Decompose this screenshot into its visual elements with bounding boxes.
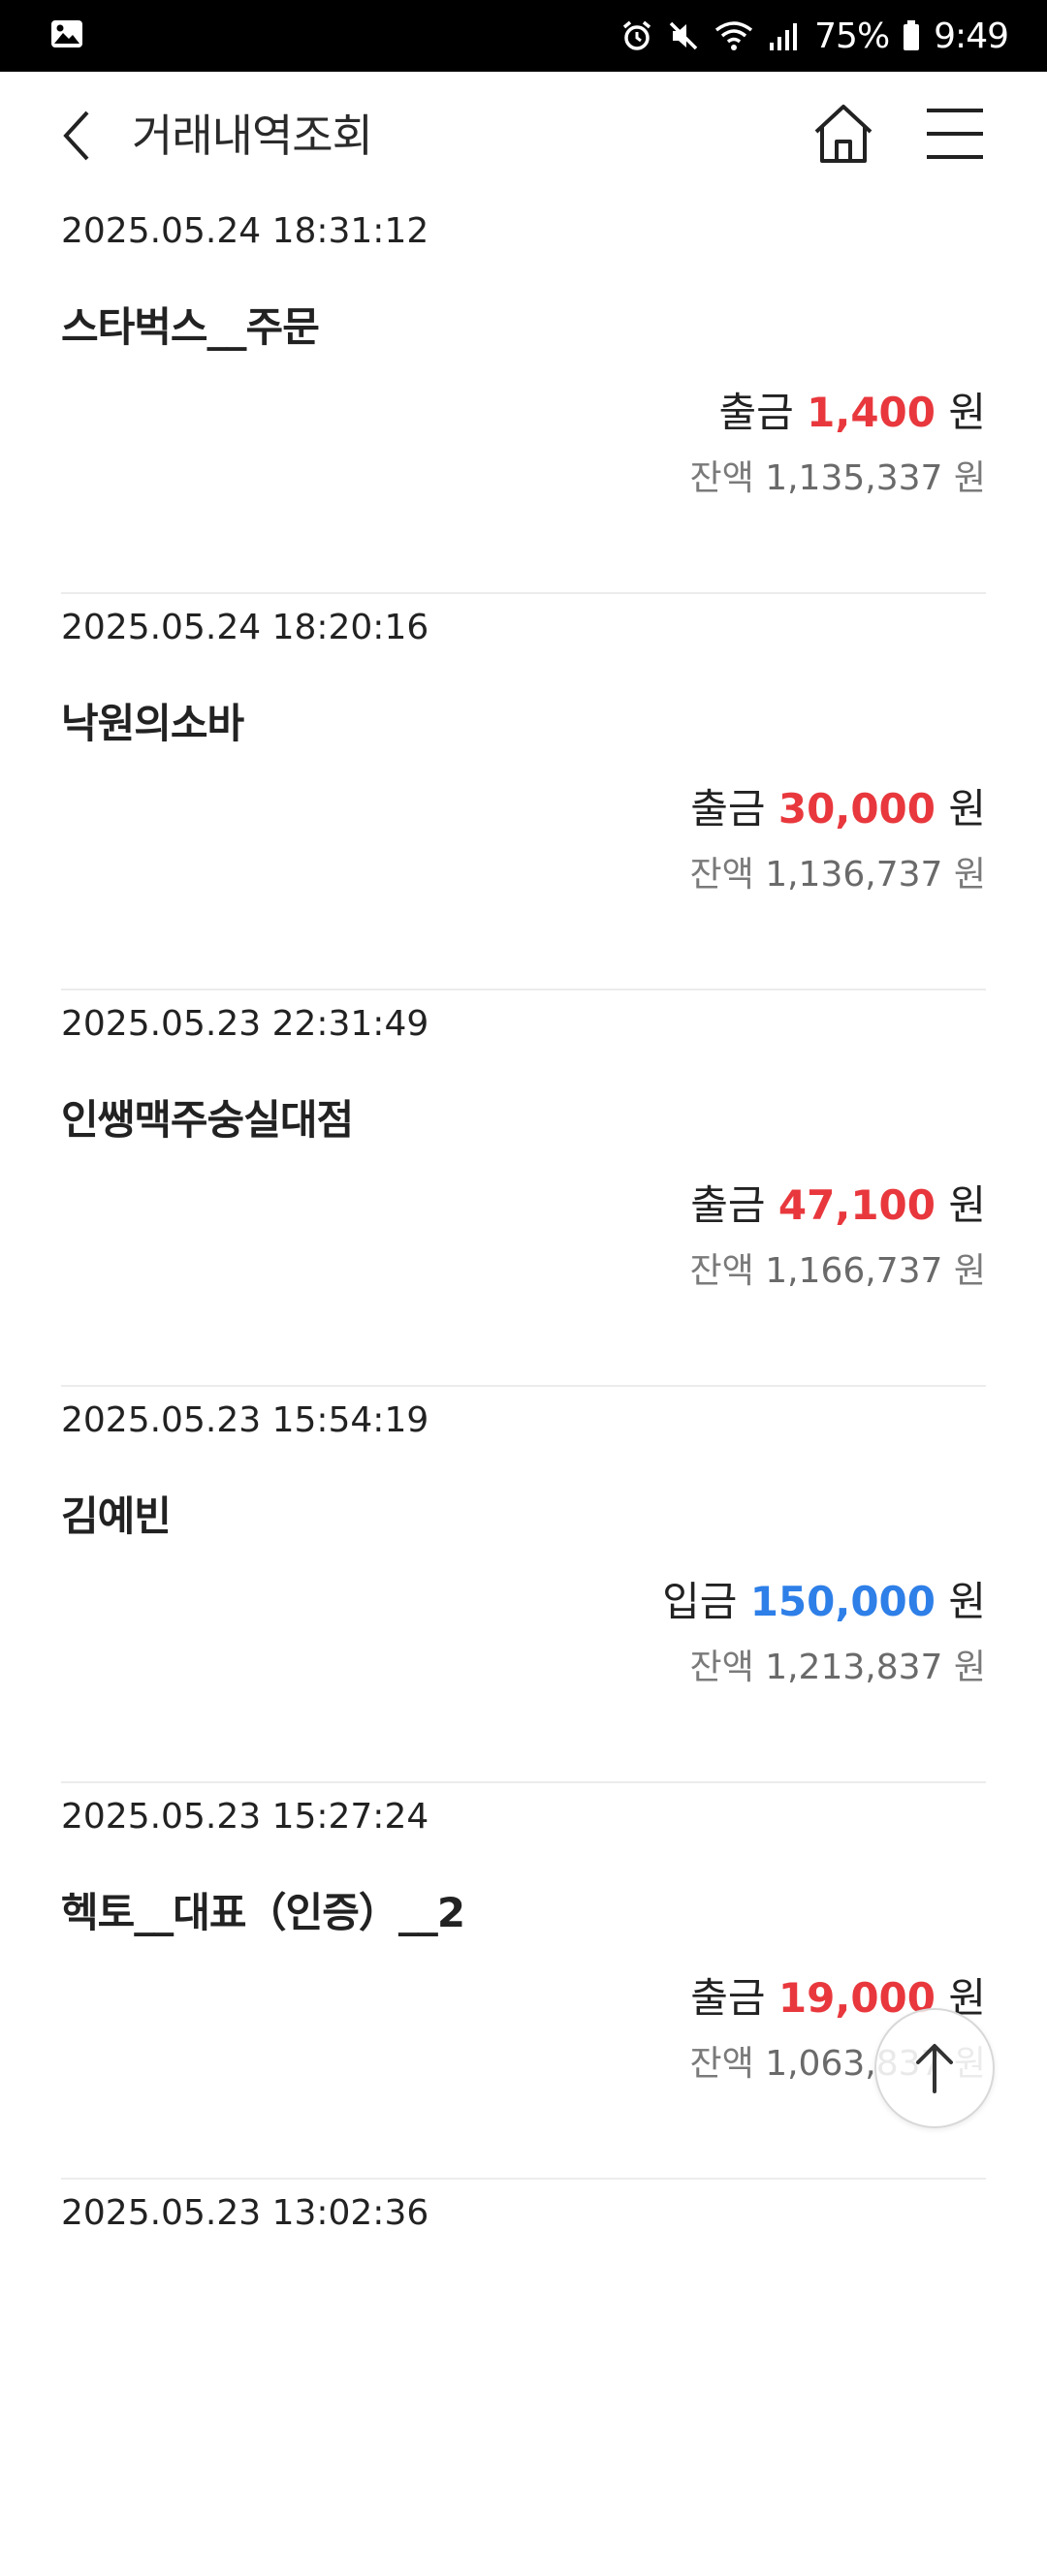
signal-icon [768,19,801,52]
balance-unit: 원 [953,1251,986,1291]
transaction-amount: 1,400 [807,389,936,436]
transaction-item[interactable]: 2025.05.23 22:31:49 인쌩맥주숭실대점 출금 47,100 원… [61,990,986,1387]
gallery-notification-icon [50,19,83,52]
status-left [50,19,83,52]
amount-unit: 원 [948,1181,986,1229]
transaction-datetime: 2025.05.23 15:27:24 [61,1797,429,1837]
transaction-amount-row: 출금 1,400 원 [719,380,987,439]
alarm-icon [620,19,653,52]
arrow-up-icon [916,2044,953,2093]
transaction-amount: 150,000 [749,1578,936,1625]
balance-label: 잔액 [689,458,754,498]
chevron-left-icon [63,110,89,161]
page-title: 거래내역조회 [132,110,373,162]
amount-unit: 원 [948,1578,986,1625]
mute-icon [667,19,700,52]
back-button[interactable] [54,105,103,167]
battery-icon [903,20,920,51]
balance-label: 잔액 [689,2044,754,2084]
transaction-item[interactable]: 2025.05.24 18:20:16 낙원의소바 출금 30,000 원 잔액… [61,594,986,990]
hamburger-menu-icon [927,109,983,159]
transaction-amount-row: 출금 30,000 원 [690,776,986,835]
balance-label: 잔액 [689,1648,754,1687]
transaction-balance-row: 잔액 1,213,837 원 [690,1639,987,1689]
amount-unit: 원 [948,785,986,832]
amount-unit: 원 [948,389,986,436]
balance-value: 1,136,737 [765,855,943,895]
transaction-balance-row: 잔액 1,136,737 원 [690,846,987,896]
battery-percent: 75% [814,16,890,56]
balance-value: 1,213,837 [765,1648,943,1687]
transaction-item[interactable]: 2025.05.23 13:02:36 [61,2180,986,2576]
transaction-datetime: 2025.05.23 22:31:49 [61,1004,429,1044]
status-bar: 75% 9:49 [0,0,1047,72]
balance-unit: 원 [953,458,986,498]
transaction-name: 인쌩맥주숭실대점 [61,1096,354,1144]
transaction-datetime: 2025.05.24 18:31:12 [61,211,429,251]
transaction-datetime: 2025.05.23 15:54:19 [61,1400,429,1440]
transaction-item[interactable]: 2025.05.24 18:31:12 스타벅스__주문 출금 1,400 원 … [61,198,986,594]
scroll-to-top-button[interactable] [874,2008,995,2128]
transaction-name: 김예빈 [61,1492,172,1540]
transaction-amount-row: 입금 150,000 원 [662,1569,986,1628]
transaction-type: 출금 [690,1181,766,1229]
balance-value: 1,135,337 [765,458,943,498]
balance-unit: 원 [953,1648,986,1687]
transaction-datetime: 2025.05.24 18:20:16 [61,608,429,647]
home-button[interactable] [810,101,876,167]
transaction-type: 입금 [662,1578,738,1625]
transaction-datetime: 2025.05.23 13:02:36 [61,2193,429,2233]
balance-unit: 원 [953,855,986,895]
transaction-item[interactable]: 2025.05.23 15:54:19 김예빈 입금 150,000 원 잔액 … [61,1387,986,1783]
balance-value: 1,166,737 [765,1251,943,1291]
transaction-item[interactable]: 2025.05.23 15:27:24 헥토__대표（인증）__2 출금 19,… [61,1783,986,2180]
transaction-name: 낙원의소바 [61,700,244,747]
transaction-type: 출금 [690,1974,766,2022]
app-header: 거래내역조회 [0,72,1047,198]
transaction-balance-row: 잔액 1,166,737 원 [690,1242,987,1293]
transaction-amount: 30,000 [777,785,936,832]
transaction-type: 출금 [690,785,766,832]
status-right: 75% 9:49 [620,16,1009,56]
clock: 9:49 [934,16,1009,56]
transaction-balance-row: 잔액 1,135,337 원 [690,450,987,500]
balance-label: 잔액 [689,1251,754,1291]
transaction-name: 헥토__대표（인증）__2 [61,1889,465,1936]
transaction-type: 출금 [718,389,794,436]
transaction-list: 2025.05.24 18:31:12 스타벅스__주문 출금 1,400 원 … [0,198,1047,2576]
balance-label: 잔액 [689,855,754,895]
menu-button[interactable] [925,107,985,161]
transaction-amount: 47,100 [777,1181,936,1229]
wifi-icon [714,19,754,52]
transaction-amount-row: 출금 47,100 원 [690,1173,986,1232]
home-icon [814,105,872,163]
transaction-name: 스타벅스__주문 [61,303,320,351]
